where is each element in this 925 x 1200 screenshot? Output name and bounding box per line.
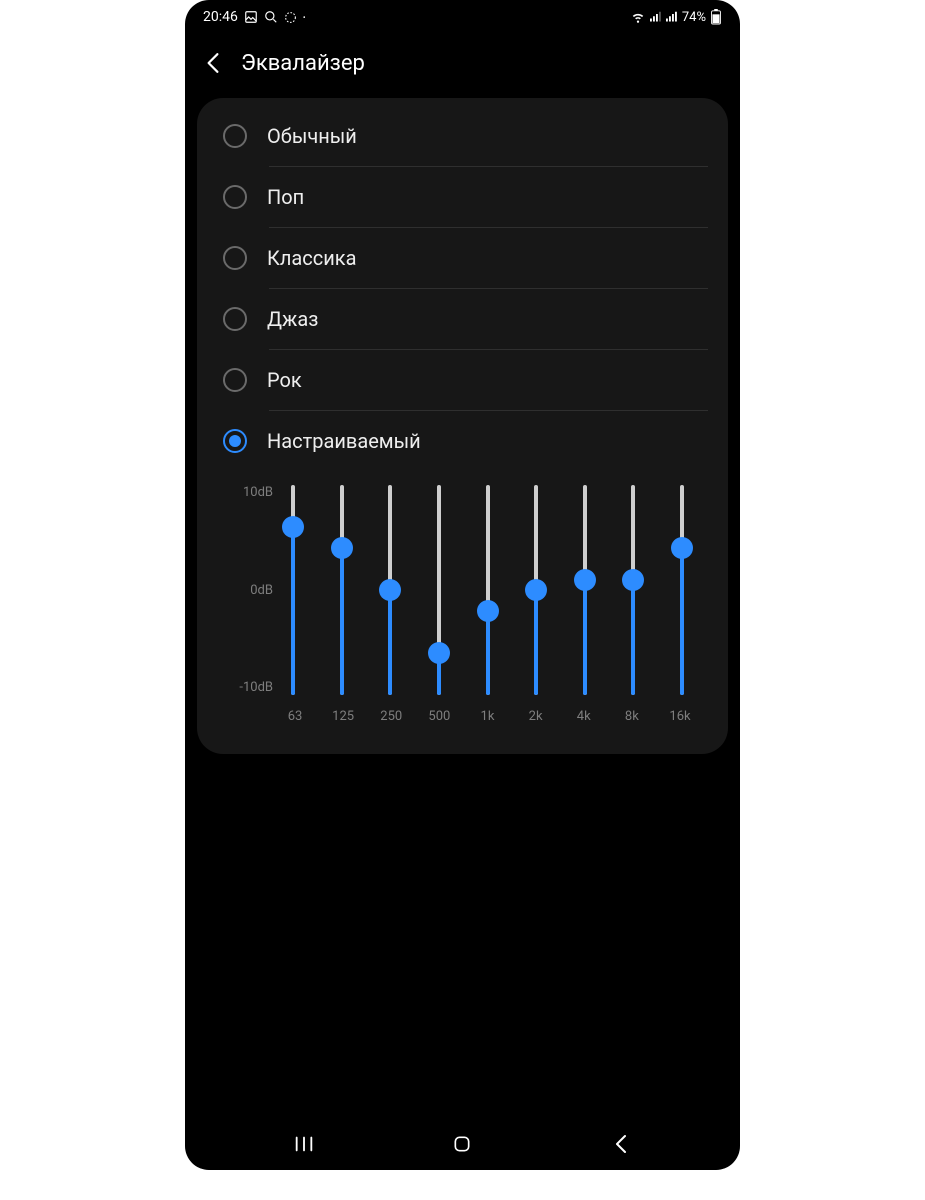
page-header: Эквалайзер bbox=[185, 34, 740, 98]
y-tick-low: -10dB bbox=[239, 680, 273, 695]
search-icon bbox=[264, 10, 278, 24]
slider-thumb[interactable] bbox=[331, 537, 353, 559]
recent-apps-button[interactable] bbox=[284, 1124, 324, 1164]
eq-preset-list: Обычный Поп Классика Джаз Рок Настраиваемый bbox=[197, 106, 728, 471]
phone-frame: 20:46 • 74% bbox=[185, 0, 740, 1170]
eq-band-slider[interactable] bbox=[575, 485, 595, 695]
slider-fill bbox=[631, 580, 635, 696]
eq-preset-label: Настраиваемый bbox=[267, 429, 421, 453]
status-left: 20:46 • bbox=[203, 9, 306, 25]
slider-fill bbox=[291, 527, 295, 695]
radio-button[interactable] bbox=[223, 124, 247, 148]
slider-thumb[interactable] bbox=[477, 600, 499, 622]
page-title: Эквалайзер bbox=[241, 51, 365, 76]
eq-preset-option[interactable]: Поп bbox=[197, 167, 728, 227]
slider-fill bbox=[388, 590, 392, 695]
slider-thumb[interactable] bbox=[282, 516, 304, 538]
slider-thumb[interactable] bbox=[671, 537, 693, 559]
slider-fill bbox=[583, 580, 587, 696]
sliders-area: 63 125 250 500 1k 2k 4k 8k 16k bbox=[279, 485, 696, 724]
back-button[interactable] bbox=[203, 50, 223, 76]
eq-band-slider[interactable] bbox=[526, 485, 546, 695]
slider-thumb[interactable] bbox=[574, 569, 596, 591]
eq-preset-option[interactable]: Джаз bbox=[197, 289, 728, 349]
radio-button[interactable] bbox=[223, 429, 247, 453]
battery-icon bbox=[710, 9, 722, 25]
radio-button[interactable] bbox=[223, 307, 247, 331]
slider-fill bbox=[340, 548, 344, 695]
radio-button[interactable] bbox=[223, 368, 247, 392]
eq-preset-label: Классика bbox=[267, 246, 356, 270]
slider-thumb[interactable] bbox=[428, 642, 450, 664]
eq-preset-option[interactable]: Рок bbox=[197, 350, 728, 410]
dot-icon: • bbox=[303, 13, 306, 22]
y-tick-mid: 0dB bbox=[250, 583, 273, 598]
eq-band-slider[interactable] bbox=[429, 485, 449, 695]
eq-preset-label: Поп bbox=[267, 185, 304, 209]
status-bar: 20:46 • 74% bbox=[185, 0, 740, 34]
signal-icon-2 bbox=[666, 11, 678, 23]
eq-band-slider[interactable] bbox=[380, 485, 400, 695]
x-axis: 63 125 250 500 1k 2k 4k 8k 16k bbox=[279, 695, 696, 724]
back-nav-button[interactable] bbox=[601, 1124, 641, 1164]
android-nav-bar bbox=[185, 1122, 740, 1170]
x-tick: 250 bbox=[379, 709, 403, 724]
x-tick: 16k bbox=[668, 709, 692, 724]
eq-band-slider[interactable] bbox=[672, 485, 692, 695]
slider-thumb[interactable] bbox=[379, 579, 401, 601]
status-right: 74% bbox=[630, 9, 722, 25]
x-tick: 63 bbox=[283, 709, 307, 724]
slider-fill bbox=[534, 590, 538, 695]
radio-button[interactable] bbox=[223, 246, 247, 270]
eq-preset-option[interactable]: Классика bbox=[197, 228, 728, 288]
slider-thumb[interactable] bbox=[622, 569, 644, 591]
wifi-icon bbox=[630, 10, 646, 24]
eq-band-slider[interactable] bbox=[478, 485, 498, 695]
eq-preset-option[interactable]: Обычный bbox=[197, 106, 728, 166]
radio-button[interactable] bbox=[223, 185, 247, 209]
eq-preset-option[interactable]: Настраиваемый bbox=[197, 411, 728, 471]
battery-text: 74% bbox=[682, 10, 706, 25]
home-button[interactable] bbox=[442, 1124, 482, 1164]
x-tick: 2k bbox=[524, 709, 548, 724]
eq-band-slider[interactable] bbox=[623, 485, 643, 695]
y-axis: 10dB 0dB -10dB bbox=[215, 485, 279, 695]
x-tick: 8k bbox=[620, 709, 644, 724]
y-tick-high: 10dB bbox=[243, 485, 273, 500]
slider-fill bbox=[486, 611, 490, 695]
eq-band-slider[interactable] bbox=[283, 485, 303, 695]
signal-icon-1 bbox=[650, 11, 662, 23]
x-tick: 1k bbox=[476, 709, 500, 724]
image-icon bbox=[244, 10, 258, 24]
settings-card: Обычный Поп Классика Джаз Рок Настраиваемый 1… bbox=[197, 98, 728, 754]
x-tick: 125 bbox=[331, 709, 355, 724]
eq-preset-label: Обычный bbox=[267, 124, 357, 148]
slider-thumb[interactable] bbox=[525, 579, 547, 601]
eq-band-slider[interactable] bbox=[332, 485, 352, 695]
status-time: 20:46 bbox=[203, 9, 238, 25]
x-tick: 500 bbox=[427, 709, 451, 724]
equalizer-chart: 10dB 0dB -10dB 63 125 250 500 1k 2k 4k 8k 16k bbox=[197, 471, 728, 724]
slider-fill bbox=[680, 548, 684, 695]
loading-icon bbox=[284, 11, 297, 24]
eq-preset-label: Рок bbox=[267, 368, 302, 392]
eq-preset-label: Джаз bbox=[267, 307, 318, 331]
x-tick: 4k bbox=[572, 709, 596, 724]
